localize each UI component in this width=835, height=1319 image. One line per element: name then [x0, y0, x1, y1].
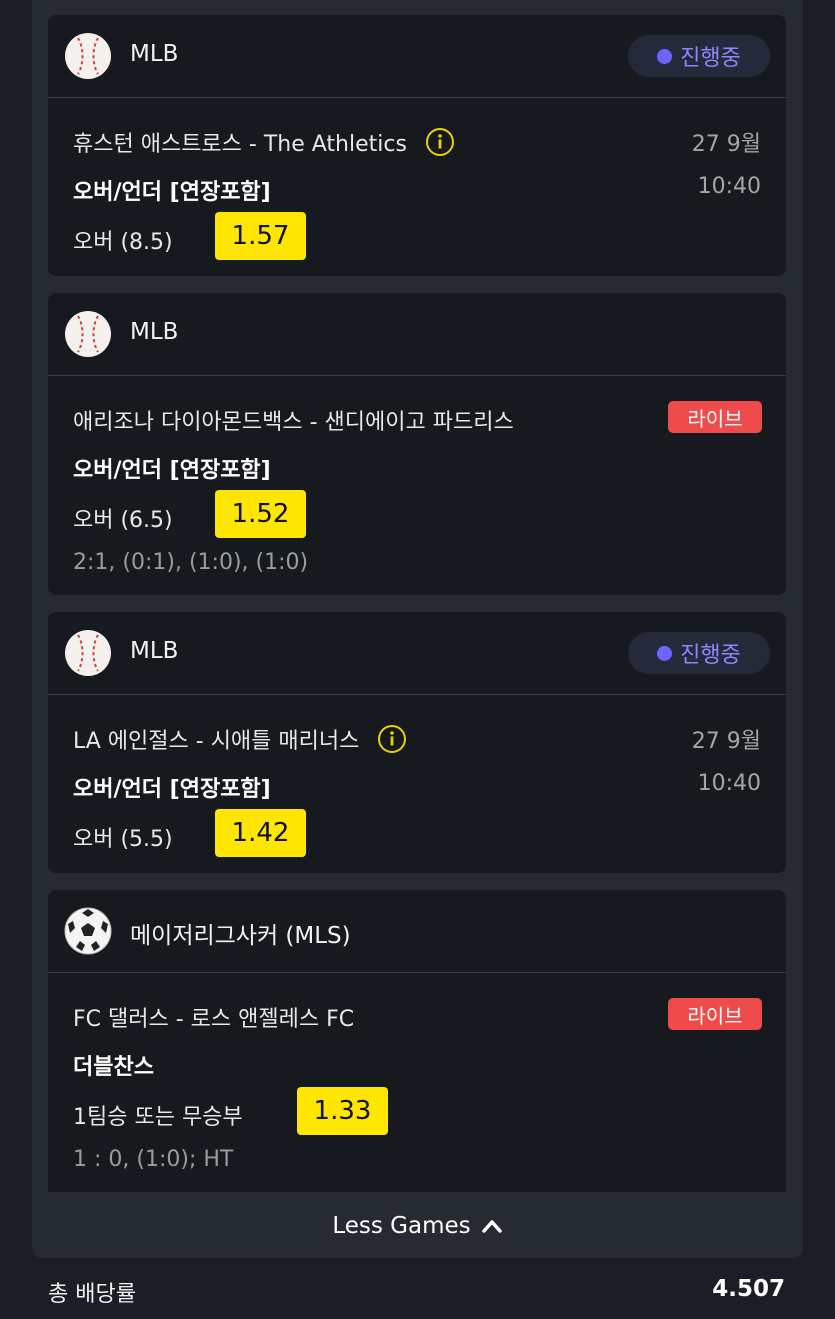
- selection-label: 1팀승 또는 무승부: [73, 1105, 243, 1130]
- match-title: 휴스턴 애스트로스 - The Athletics: [73, 132, 407, 157]
- less-games-label: Less Games: [332, 1213, 471, 1239]
- bet-card: MLB 애리조나 다이아몬드백스 - 샌디에이고 파드리스 라이브 오버/언더 …: [48, 293, 786, 595]
- card-header: MLB: [48, 293, 786, 376]
- selection-label: 오버 (5.5): [73, 827, 173, 852]
- in-progress-badge: 진행중: [628, 632, 770, 674]
- less-games-button[interactable]: Less Games: [32, 1196, 803, 1256]
- match-row: FC 댈러스 - 로스 앤젤레스 FC: [73, 1001, 354, 1033]
- status-dot-icon: [657, 48, 673, 64]
- total-odds-value: 4.507: [712, 1276, 785, 1302]
- match-title: LA 에인절스 - 시애틀 매리너스: [73, 729, 360, 754]
- bet-card: MLB 진행중 휴스턴 애스트로스 - The Athletics 27 9월 …: [48, 15, 786, 276]
- live-score: 2:1, (0:1), (1:0), (1:0): [73, 550, 309, 575]
- match-time: 10:40: [697, 174, 761, 199]
- live-score: 1 : 0, (1:0); HT: [73, 1147, 234, 1172]
- match-row: LA 에인절스 - 시애틀 매리너스: [73, 723, 407, 755]
- soccer-ball-icon: [64, 907, 112, 955]
- league-name: 메이저리그사커 (MLS): [130, 923, 351, 949]
- league-name: MLB: [130, 41, 179, 67]
- match-row: 애리조나 다이아몬드백스 - 샌디에이고 파드리스: [73, 404, 514, 436]
- match-title: FC 댈러스 - 로스 앤젤레스 FC: [73, 1007, 355, 1032]
- in-progress-badge: 진행중: [628, 35, 770, 77]
- selection-label: 오버 (6.5): [73, 508, 173, 533]
- live-badge: 라이브: [668, 998, 762, 1030]
- info-icon[interactable]: [377, 724, 407, 754]
- status-label: 진행중: [680, 643, 741, 668]
- odds-button[interactable]: 1.52: [215, 490, 306, 538]
- card-header: MLB 진행중: [48, 612, 786, 695]
- card-header: MLB 진행중: [48, 15, 786, 98]
- market-name: 오버/언더 [연장포함]: [73, 458, 271, 483]
- total-odds-label: 총 배당률: [48, 1282, 136, 1307]
- match-row: 휴스턴 애스트로스 - The Athletics: [73, 126, 455, 158]
- status-dot-icon: [657, 645, 673, 661]
- card-header: 메이저리그사커 (MLS): [48, 890, 786, 973]
- status-label: 진행중: [680, 46, 741, 71]
- league-name: MLB: [130, 638, 179, 664]
- match-date: 27 9월: [691, 729, 761, 754]
- market-name: 더블찬스: [73, 1055, 154, 1080]
- live-badge: 라이브: [668, 401, 762, 433]
- odds-button[interactable]: 1.33: [297, 1087, 388, 1135]
- market-name: 오버/언더 [연장포함]: [73, 777, 271, 802]
- bet-card: MLB 진행중 LA 에인절스 - 시애틀 매리너스 27 9월 오버/언더 […: [48, 612, 786, 873]
- match-title: 애리조나 다이아몬드백스 - 샌디에이고 파드리스: [73, 410, 514, 435]
- match-time: 10:40: [697, 771, 761, 796]
- odds-button[interactable]: 1.42: [215, 809, 306, 857]
- baseball-icon: [65, 33, 111, 79]
- selection-label: 오버 (8.5): [73, 230, 173, 255]
- odds-button[interactable]: 1.57: [215, 212, 306, 260]
- info-icon[interactable]: [425, 127, 455, 157]
- baseball-icon: [65, 311, 111, 357]
- league-name: MLB: [130, 319, 179, 345]
- baseball-icon: [65, 630, 111, 676]
- market-name: 오버/언더 [연장포함]: [73, 180, 271, 205]
- bet-card: 메이저리그사커 (MLS) FC 댈러스 - 로스 앤젤레스 FC 라이브 더블…: [48, 890, 786, 1192]
- match-date: 27 9월: [691, 132, 761, 157]
- chevron-up-icon: [481, 1220, 502, 1233]
